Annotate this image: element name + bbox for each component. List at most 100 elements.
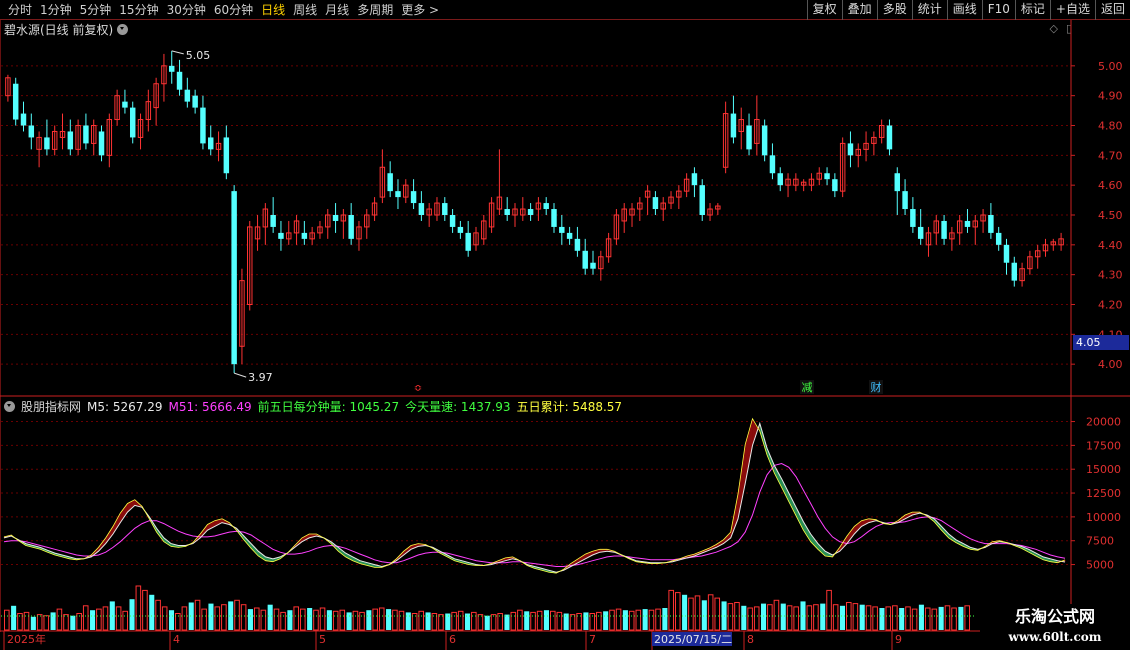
low-label: 3.97: [248, 371, 272, 384]
candle: [894, 173, 900, 192]
volume-bar: [813, 604, 819, 631]
volume-bar: [129, 599, 135, 630]
volume-bar: [240, 604, 247, 631]
indicator-title: 股朋指标网 M5: 5267.29 M51: 5666.49 前五日每分钟量: …: [4, 398, 622, 415]
volume-bar: [543, 610, 549, 630]
marker-cai: 财: [871, 380, 882, 394]
candle: [1003, 244, 1010, 263]
candle: [169, 65, 175, 72]
date-label: 8: [747, 633, 754, 646]
indicator-m51: M51: 5666.49: [168, 399, 252, 414]
volume-bar: [832, 604, 839, 631]
volume-bar: [714, 597, 721, 631]
volume-bar: [905, 606, 911, 631]
candle: [941, 220, 947, 239]
candle: [730, 113, 737, 138]
volume-bar: [642, 609, 648, 630]
volume-bar: [918, 604, 924, 630]
volume-bar: [609, 609, 615, 631]
candle: [12, 83, 19, 120]
chevron-down-icon[interactable]: [4, 401, 15, 412]
volume-bar: [569, 614, 576, 631]
volume-bar: [786, 605, 793, 631]
volume-bar: [260, 609, 267, 631]
date-label: 4: [173, 633, 180, 646]
volume-bar: [339, 609, 346, 631]
volume-bar: [96, 608, 102, 631]
volume-bar: [806, 605, 813, 631]
volume-bar: [273, 608, 280, 631]
volume-bar: [392, 609, 398, 631]
volume-bar: [938, 606, 944, 630]
candle: [387, 173, 393, 192]
volume-bar: [149, 594, 155, 630]
volume-bar: [30, 616, 36, 630]
volume-bar: [418, 610, 425, 631]
candle: [590, 262, 596, 269]
volume-bar: [504, 614, 510, 630]
price-axis-label: 4.70: [1098, 149, 1123, 162]
price-axis-label: 4.40: [1098, 239, 1123, 252]
candle: [551, 209, 557, 227]
current-price-tag: 4.05: [1073, 335, 1129, 350]
volume-bar: [411, 613, 418, 631]
candle: [278, 232, 284, 239]
volume-bar: [346, 612, 352, 630]
volume-bar: [168, 610, 175, 630]
candle: [917, 226, 924, 239]
price-axis-label: 5.00: [1098, 60, 1123, 73]
candle: [527, 209, 534, 215]
volume-bar: [372, 608, 378, 631]
candle: [777, 173, 783, 186]
volume-bar: [253, 607, 260, 631]
candle: [746, 125, 752, 150]
volume-bar: [287, 610, 293, 630]
date-label: 9: [895, 633, 902, 646]
volume-bar: [50, 612, 56, 630]
candle: [824, 173, 830, 180]
series-m5-line: [3, 421, 1066, 573]
volume-bar: [378, 607, 385, 631]
volume-bar: [359, 611, 365, 631]
kline-chart[interactable]: 5.004.904.804.704.604.504.404.304.204.10…: [0, 0, 1130, 650]
candle: [699, 185, 705, 215]
indicator-speed: 今天量速: 1437.93: [405, 400, 511, 414]
indicator-axis-label: 5000: [1086, 559, 1114, 572]
candle: [270, 215, 276, 227]
volume-bar: [682, 594, 688, 630]
volume-bar: [438, 614, 444, 631]
volume-bar: [102, 606, 109, 631]
volume-bar: [471, 611, 477, 631]
candle: [449, 215, 456, 227]
volume-bar: [234, 599, 240, 631]
candle: [418, 203, 425, 215]
volume-bar: [181, 606, 188, 631]
indicator-axis-label: 17500: [1086, 439, 1121, 452]
date-label: 5: [319, 633, 326, 646]
volume-bar: [615, 608, 622, 631]
volume-bar: [490, 614, 497, 631]
volume-bar: [583, 612, 589, 630]
candle: [348, 215, 354, 239]
candle: [129, 107, 136, 138]
volume-bar: [879, 608, 885, 630]
volume-bar: [648, 609, 655, 631]
volume-bar: [826, 589, 832, 631]
volume-bar: [753, 606, 760, 631]
volume-bar: [603, 611, 609, 630]
volume-bar: [688, 597, 694, 631]
candle: [184, 89, 191, 102]
volume-bar: [155, 599, 161, 631]
indicator-cum5: 五日累计: 5488.57: [516, 400, 623, 414]
candle: [574, 238, 581, 251]
volume-bar: [517, 609, 523, 631]
candle: [902, 191, 908, 210]
volume-bar: [951, 607, 957, 631]
volume-bar: [911, 608, 918, 631]
volume-bar: [63, 614, 69, 631]
series-cum5-line: [3, 417, 1066, 574]
candle: [691, 173, 698, 186]
indicator-axis-label: 10000: [1086, 511, 1121, 524]
volume-bar: [122, 610, 128, 631]
candle: [122, 101, 128, 108]
